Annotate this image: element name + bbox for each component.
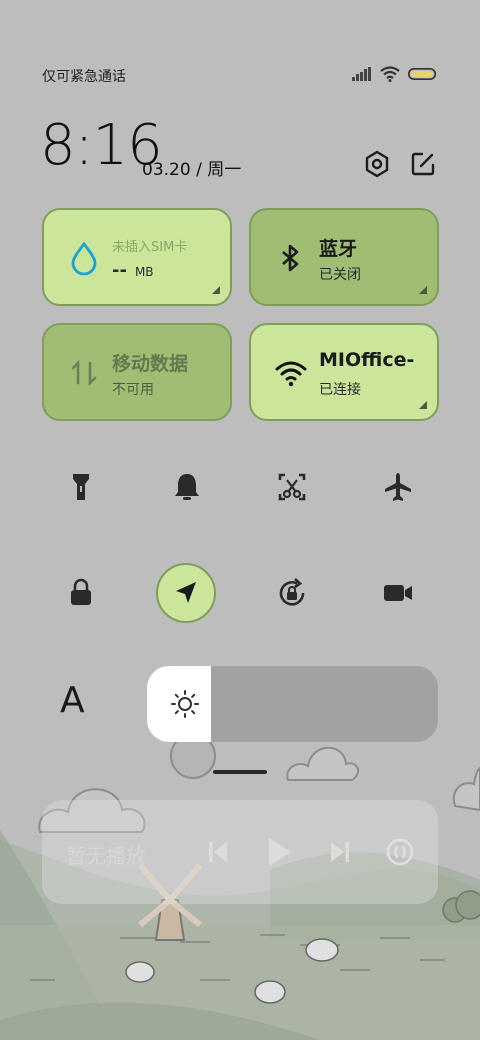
gear-icon [365, 150, 389, 178]
data-usage-label: 未插入SIM卡 [112, 240, 188, 255]
drag-handle[interactable] [213, 770, 267, 774]
flashlight-icon [73, 474, 89, 500]
mobile-data-tile[interactable]: 移动数据 不可用 [42, 323, 232, 421]
status-icons [352, 66, 436, 82]
media-status-text: 暂无播放 [66, 844, 146, 868]
bluetooth-status: 已关闭 [319, 267, 361, 283]
date-weekday: 03.20 / 周一 [142, 160, 242, 180]
bluetooth-tile[interactable]: 蓝牙 已关闭 [249, 208, 439, 306]
mobile-data-status: 不可用 [112, 382, 154, 398]
rotation-lock-toggle[interactable] [262, 563, 322, 623]
silent-toggle[interactable] [157, 457, 217, 517]
brightness-slider[interactable] [147, 666, 438, 742]
previous-icon[interactable] [206, 838, 230, 866]
rotation-lock-icon [279, 578, 305, 606]
mobile-data-label: 移动数据 [112, 353, 189, 375]
expand-corner-icon [419, 286, 427, 294]
wifi-status: 已连接 [319, 382, 361, 398]
lock-icon [71, 578, 91, 605]
screen-record-toggle[interactable] [368, 563, 428, 623]
sun-icon [171, 690, 199, 718]
lock-screen-toggle[interactable] [51, 563, 111, 623]
bluetooth-icon [282, 244, 299, 272]
battery-icon [408, 68, 436, 80]
settings-button[interactable] [362, 149, 392, 179]
airplane-icon [385, 473, 411, 501]
data-usage-value: -- MB [112, 260, 154, 281]
data-usage-unit: MB [134, 265, 154, 279]
mobile-data-icon [71, 359, 97, 387]
location-icon [176, 582, 196, 603]
screenshot-icon [278, 473, 306, 501]
wifi-network-name: MIOffice- [319, 349, 415, 371]
video-camera-icon [384, 585, 412, 601]
wifi-icon [275, 361, 307, 387]
font-size-button[interactable]: A [60, 680, 85, 721]
airplane-toggle[interactable] [368, 457, 428, 517]
data-usage-tile[interactable]: 未插入SIM卡 -- MB [42, 208, 232, 306]
bluetooth-label: 蓝牙 [319, 238, 358, 260]
carrier-status-text: 仅可紧急通话 [42, 69, 126, 85]
play-icon[interactable] [264, 834, 294, 870]
cast-icon[interactable] [384, 836, 416, 868]
next-icon[interactable] [328, 838, 352, 866]
flashlight-toggle[interactable] [51, 457, 111, 517]
location-toggle[interactable] [156, 563, 216, 623]
wifi-tile[interactable]: MIOffice- 已连接 [249, 323, 439, 421]
data-usage-amount: -- [112, 260, 127, 281]
edit-button[interactable] [408, 149, 438, 179]
expand-corner-icon [419, 401, 427, 409]
water-drop-icon [71, 241, 97, 276]
wifi-icon [380, 66, 400, 82]
screenshot-toggle[interactable] [262, 457, 322, 517]
edit-icon [411, 152, 435, 176]
signal-icon [352, 67, 371, 81]
bell-icon [175, 474, 199, 500]
expand-corner-icon [212, 286, 220, 294]
